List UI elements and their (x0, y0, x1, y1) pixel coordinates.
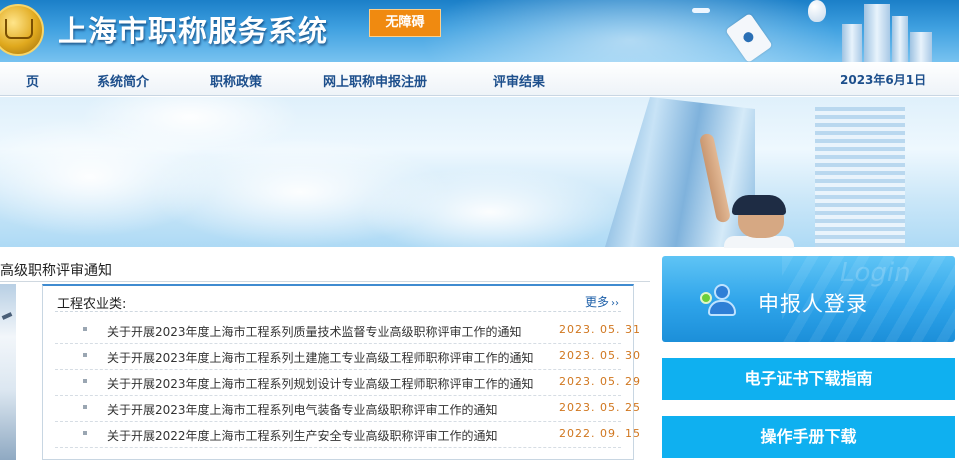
nav-item-review-results[interactable]: 评审结果 (493, 71, 545, 90)
airplane-icon (692, 8, 710, 13)
skyline-tower (910, 32, 932, 62)
list-item: 关于开展2023年度上海市工程系列质量技术监督专业高级职称评审工作的通知 202… (55, 318, 640, 344)
skyline-tower (864, 4, 890, 62)
list-bullet-icon (83, 405, 87, 409)
banner-cloud (360, 167, 620, 247)
list-item: 关于开展2023年度上海市工程系列规划设计专业高级工程师职称评审工作的通知 20… (55, 370, 640, 396)
list-item: 关于开展2023年度上海市工程系列土建施工专业高级工程师职称评审工作的通知 20… (55, 344, 640, 370)
news-date: 2023. 05. 25 (559, 401, 641, 414)
nav-item-online-register[interactable]: 网上职称申报注册 (323, 71, 427, 90)
banner-person-cap (732, 195, 786, 215)
logo-emblem-icon (0, 4, 44, 56)
skyline-tower (842, 24, 862, 62)
header-glow (420, 0, 840, 62)
news-date: 2023. 05. 29 (559, 375, 641, 388)
nav-item-home[interactable]: 页 (26, 71, 39, 90)
notice-panel: 工程农业类: 更多 ›› 关于开展2023年度上海市工程系列质量技术监督专业高级职… (42, 284, 640, 460)
news-title-link[interactable]: 关于开展2023年度上海市工程系列电气装备专业高级职称评审工作的通知 (107, 401, 498, 418)
login-label: 申报人登录 (758, 292, 868, 316)
list-item: 关于开展2023年度上海市工程系列电气装备专业高级职称评审工作的通知 2023.… (55, 396, 640, 422)
banner-building (605, 97, 755, 247)
nav-item-system-intro[interactable]: 系统简介 (97, 71, 149, 90)
banner-building (815, 107, 905, 247)
main-nav: 页 系统简介 职称政策 网上职称申报注册 评审结果 2023年6月1日 (0, 62, 959, 96)
news-date: 2022. 09. 15 (559, 427, 641, 440)
list-bullet-icon (83, 431, 87, 435)
manual-download-button[interactable]: 操作手册下载 (662, 416, 955, 458)
news-list: 关于开展2023年度上海市工程系列质量技术监督专业高级职称评审工作的通知 202… (55, 318, 640, 448)
news-title-link[interactable]: 关于开展2022年度上海市工程系列生产安全专业高级职称评审工作的通知 (107, 427, 498, 444)
site-header: 上海市职称服务系统 无障碍 (0, 0, 959, 62)
balloon-icon (808, 0, 826, 22)
list-item: 关于开展2022年度上海市工程系列生产安全专业高级职称评审工作的通知 2022.… (55, 422, 640, 448)
double-chevron-right-icon: ›› (611, 298, 619, 309)
accessibility-button[interactable]: 无障碍 (369, 9, 441, 37)
current-date: 2023年6月1日 (840, 73, 927, 87)
applicant-login-button[interactable]: Login 申报人登录 (662, 256, 955, 342)
hero-banner (0, 97, 959, 247)
news-title-link[interactable]: 关于开展2023年度上海市工程系列规划设计专业高级工程师职称评审工作的通知 (107, 375, 534, 392)
login-watermark: Login (840, 258, 911, 288)
list-bullet-icon (83, 379, 87, 383)
list-bullet-icon (83, 327, 87, 331)
news-date: 2023. 05. 30 (559, 349, 641, 362)
panel-header: 工程农业类: 更多 ›› (55, 290, 621, 312)
news-title-link[interactable]: 关于开展2023年度上海市工程系列土建施工专业高级工程师职称评审工作的通知 (107, 349, 534, 366)
news-title-link[interactable]: 关于开展2023年度上海市工程系列质量技术监督专业高级职称评审工作的通知 (107, 323, 522, 340)
skyline-tower (892, 16, 908, 62)
more-link[interactable]: 更多 ›› (585, 293, 619, 310)
site-title: 上海市职称服务系统 (58, 14, 329, 48)
left-side-image (0, 284, 16, 460)
news-date: 2023. 05. 31 (559, 323, 641, 336)
section-title: 高级职称评审通知 (0, 260, 650, 282)
users-icon (700, 284, 740, 318)
cert-download-guide-button[interactable]: 电子证书下载指南 (662, 358, 955, 400)
more-label: 更多 (584, 295, 609, 309)
nav-item-policy[interactable]: 职称政策 (210, 71, 262, 90)
panel-title: 工程农业类: (57, 297, 127, 312)
list-bullet-icon (83, 353, 87, 357)
